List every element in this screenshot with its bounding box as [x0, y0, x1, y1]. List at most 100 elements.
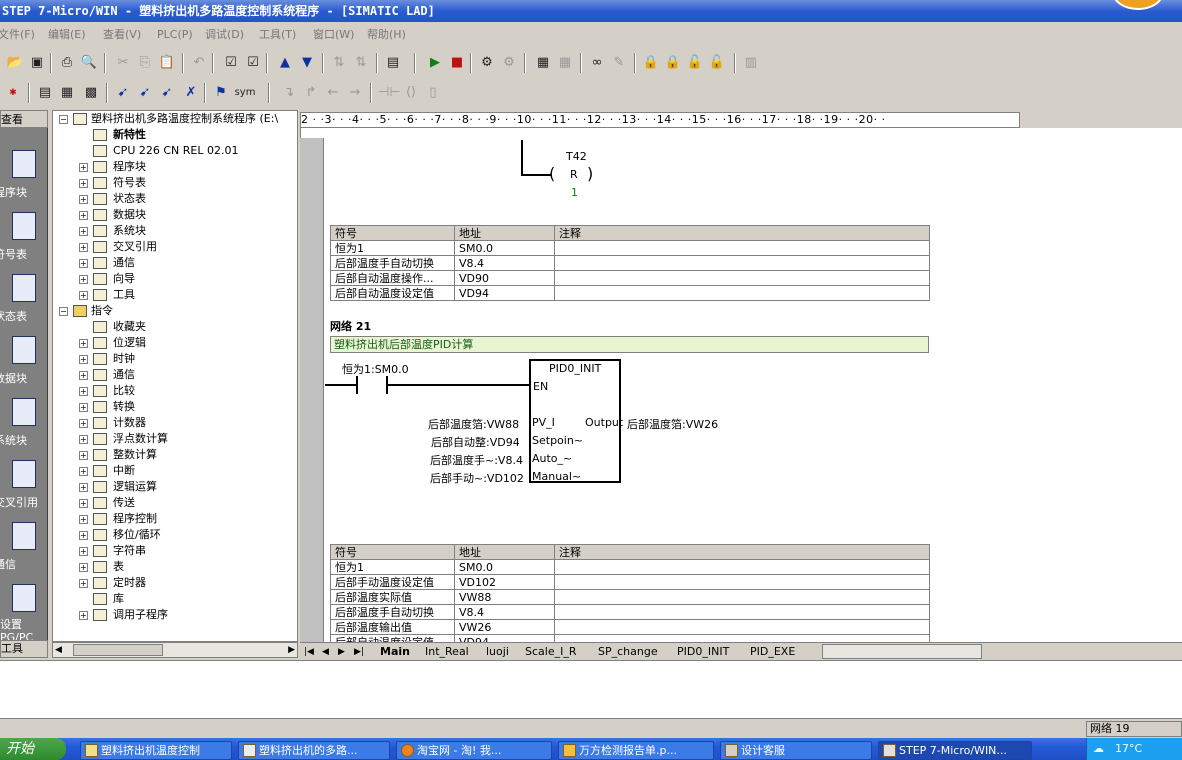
instruction-item[interactable]: 逻辑运算: [113, 479, 157, 495]
glasses-icon[interactable]: ∞: [588, 54, 606, 72]
instruction-item[interactable]: 时钟: [113, 351, 135, 367]
line-down-icon[interactable]: ↴: [280, 84, 298, 102]
tab-pid-exe[interactable]: PID_EXE: [750, 645, 795, 659]
open-icon[interactable]: 📂: [6, 54, 24, 72]
tree-expand-icon[interactable]: +: [79, 387, 88, 396]
tree-expand-icon[interactable]: +: [79, 371, 88, 380]
tree-expand-icon[interactable]: +: [79, 259, 88, 268]
task-item[interactable]: 塑料挤出机温度控制: [80, 741, 232, 760]
menu-debug[interactable]: 调试(D): [205, 24, 244, 46]
tree-expand-icon[interactable]: +: [79, 563, 88, 572]
tree-expand-icon[interactable]: +: [79, 483, 88, 492]
input-operand[interactable]: 后部温度箔:VW88: [428, 416, 519, 432]
menu-view[interactable]: 查看(V): [103, 24, 141, 46]
program-status-icon[interactable]: ⚙: [478, 54, 496, 72]
remove-bookmark-icon[interactable]: ✗: [182, 84, 200, 102]
task-item[interactable]: 设计客服: [720, 741, 872, 760]
comment-cell[interactable]: [554, 619, 930, 635]
sort-desc-icon[interactable]: ⇅: [352, 54, 370, 72]
nav-data-block[interactable]: 数据块: [0, 330, 48, 392]
tree-expand-icon[interactable]: +: [79, 499, 88, 508]
tab-last-icon[interactable]: ▶|: [354, 645, 364, 659]
upload-icon[interactable]: ▲: [276, 54, 294, 72]
tree-expand-icon[interactable]: +: [79, 435, 88, 444]
tree-expand-icon[interactable]: +: [79, 163, 88, 172]
instruction-item[interactable]: 表: [113, 559, 124, 575]
tree-expand-icon[interactable]: +: [79, 579, 88, 588]
nav-pgpc-interface[interactable]: 设置 PG/PC 接口: [0, 578, 48, 657]
sort-asc-icon[interactable]: ⇅: [330, 54, 348, 72]
contact-icon[interactable]: ⊣⊢: [378, 84, 401, 102]
comment-cell[interactable]: [554, 240, 930, 256]
instruction-item[interactable]: 移位/循环: [113, 527, 161, 543]
line-up-icon[interactable]: ↱: [302, 84, 320, 102]
tab-scale-i-r[interactable]: Scale_I_R: [525, 645, 576, 659]
tree-collapse-icon[interactable]: −: [59, 115, 68, 124]
address-cell[interactable]: VD102: [454, 574, 555, 590]
address-cell[interactable]: SM0.0: [454, 240, 555, 256]
sym-toggle[interactable]: sym: [234, 84, 256, 102]
comment-cell[interactable]: [554, 604, 930, 620]
symbol-cell[interactable]: 后部自动温度操作...: [330, 270, 455, 286]
address-cell[interactable]: VD94: [454, 285, 555, 301]
lad-view-icon[interactable]: ▤: [36, 84, 54, 102]
scroll-thumb[interactable]: [73, 644, 163, 656]
tab-int-real[interactable]: Int_Real: [425, 645, 469, 659]
tree-expand-icon[interactable]: +: [79, 291, 88, 300]
table-row[interactable]: 后部温度手自动切换 V8.4: [330, 604, 930, 620]
tree-expand-icon[interactable]: +: [79, 467, 88, 476]
chart-pause-icon[interactable]: ▦: [556, 54, 574, 72]
table-row[interactable]: 后部手动温度设定值 VD102: [330, 574, 930, 590]
instruction-item[interactable]: 位逻辑: [113, 335, 146, 351]
tab-sp-change[interactable]: SP_change: [598, 645, 658, 659]
instruction-item[interactable]: 浮点数计算: [113, 431, 168, 447]
menu-window[interactable]: 窗口(W): [313, 24, 354, 46]
tree-item[interactable]: 向导: [113, 271, 135, 287]
instruction-item[interactable]: 转换: [113, 399, 135, 415]
print-preview-icon[interactable]: 🔍: [80, 54, 98, 72]
chart-status-icon[interactable]: ▦: [534, 54, 552, 72]
scroll-left-icon[interactable]: ◀: [55, 645, 62, 655]
tree-item[interactable]: 状态表: [113, 191, 146, 207]
address-cell[interactable]: SM0.0: [454, 559, 555, 575]
cut-icon[interactable]: ✂: [114, 54, 132, 72]
tree-item[interactable]: 交叉引用: [113, 239, 157, 255]
tree-expand-icon[interactable]: +: [79, 403, 88, 412]
tree-expand-icon[interactable]: +: [79, 515, 88, 524]
nav-status-chart[interactable]: 状态表: [0, 268, 48, 330]
save-all-icon[interactable]: ▣: [28, 54, 46, 72]
tab-next-icon[interactable]: ▶: [338, 645, 345, 659]
lock-icon[interactable]: 🔒: [642, 54, 660, 72]
instruction-item[interactable]: 调用子程序: [113, 607, 168, 623]
network-comment[interactable]: 塑料挤出机后部温度PID计算: [330, 336, 929, 353]
copy-icon[interactable]: ⎘: [136, 54, 154, 72]
instruction-item[interactable]: 计数器: [113, 415, 146, 431]
input-operand[interactable]: 后部温度手~:V8.4: [430, 452, 523, 468]
instruction-item[interactable]: 整数计算: [113, 447, 157, 463]
scroll-right-icon[interactable]: ▶: [288, 645, 295, 655]
comment-cell[interactable]: [554, 589, 930, 605]
instruction-item[interactable]: 通信: [113, 367, 135, 383]
line-right-icon[interactable]: →: [346, 84, 364, 102]
instruction-item[interactable]: 传送: [113, 495, 135, 511]
nav-symbol-table[interactable]: 符号表: [0, 206, 48, 268]
output-operand[interactable]: 后部温度箔:VW26: [627, 416, 718, 432]
menu-edit[interactable]: 编辑(E): [48, 24, 86, 46]
bookmark-icon[interactable]: ➹: [114, 84, 132, 102]
coil-icon[interactable]: ⟨⟩: [402, 84, 420, 102]
symbol-cell[interactable]: 后部手动温度设定值: [330, 574, 455, 590]
tree-instructions[interactable]: 指令: [91, 303, 113, 319]
navigation-bar-tools[interactable]: 工具: [0, 640, 48, 658]
comment-cell[interactable]: [554, 285, 930, 301]
address-cell[interactable]: VD90: [454, 270, 555, 286]
tree-expand-icon[interactable]: +: [79, 547, 88, 556]
unforce-icon[interactable]: 🔓: [686, 54, 704, 72]
address-cell[interactable]: VW26: [454, 619, 555, 635]
comment-cell[interactable]: [554, 559, 930, 575]
tab-main[interactable]: Main: [380, 645, 410, 659]
input-operand[interactable]: 后部手动~:VD102: [430, 470, 524, 486]
table-row[interactable]: 后部温度手自动切换 V8.4: [330, 255, 930, 271]
print-icon[interactable]: ⎙: [58, 54, 76, 72]
instruction-item[interactable]: 中断: [113, 463, 135, 479]
tree-expand-icon[interactable]: +: [79, 227, 88, 236]
